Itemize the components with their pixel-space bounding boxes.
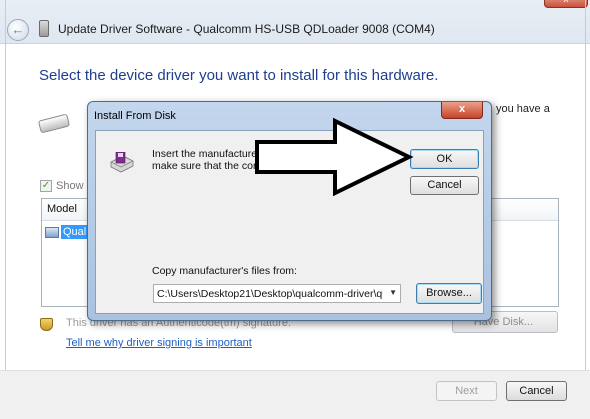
dialog-cancel-button[interactable]: Cancel xyxy=(410,176,479,195)
copy-from-label: Copy manufacturer's files from: xyxy=(152,265,297,277)
dialog-close-button[interactable]: x xyxy=(441,102,483,119)
wizard-footer xyxy=(0,370,590,419)
next-button[interactable]: Next xyxy=(436,381,497,401)
show-compatible-checkbox[interactable]: ✓ xyxy=(40,180,52,192)
pointer-arrow xyxy=(255,117,414,197)
browse-button[interactable]: Browse... xyxy=(416,283,482,304)
chevron-down-icon[interactable]: ▼ xyxy=(389,288,397,297)
usb-device-icon xyxy=(39,20,49,37)
show-compatible-label: Show xyxy=(56,180,84,192)
right-border xyxy=(585,0,586,419)
path-combo-box[interactable]: C:\Users\Desktop21\Desktop\qualcomm-driv… xyxy=(153,284,401,303)
back-arrow-icon[interactable]: ← xyxy=(7,19,29,41)
window-close-button[interactable]: x xyxy=(544,0,588,8)
install-disk-icon xyxy=(110,152,134,173)
signature-shield-icon xyxy=(40,318,53,331)
wizard-title-bar: x ← Update Driver Software - Qualcomm HS… xyxy=(0,0,590,44)
driver-icon xyxy=(45,226,59,238)
page-heading: Select the device driver you want to ins… xyxy=(39,67,439,84)
model-item-label: Qual xyxy=(61,225,89,239)
partial-description-text: you have a xyxy=(496,103,550,115)
hardware-chip-icon xyxy=(37,113,71,134)
left-border xyxy=(5,0,6,419)
ok-button[interactable]: OK xyxy=(410,149,479,169)
dialog-title: Install From Disk xyxy=(94,110,176,122)
path-value: C:\Users\Desktop21\Desktop\qualcomm-driv… xyxy=(157,288,383,300)
driver-signing-link[interactable]: Tell me why driver signing is important xyxy=(66,337,252,349)
list-item[interactable]: Qual xyxy=(45,224,89,240)
cancel-button[interactable]: Cancel xyxy=(506,381,567,401)
wizard-title: Update Driver Software - Qualcomm HS-USB… xyxy=(58,22,435,36)
